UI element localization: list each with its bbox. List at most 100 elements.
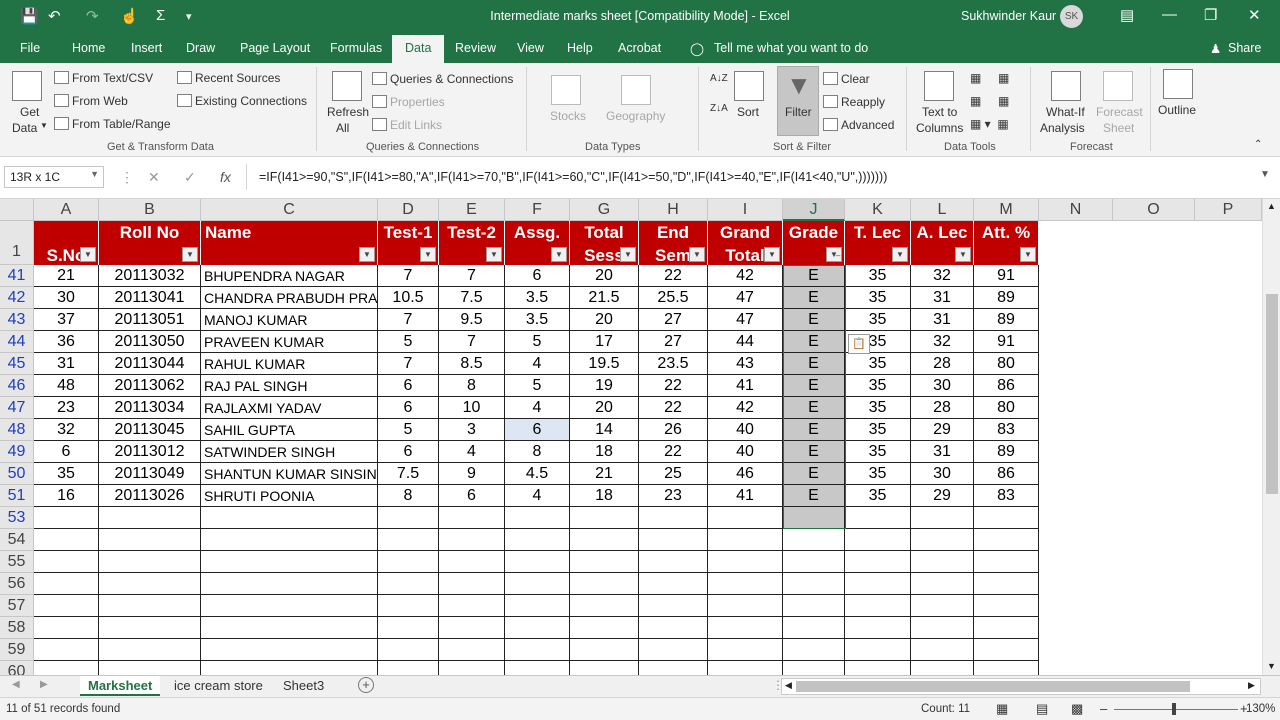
table-cell[interactable]: 22 xyxy=(639,265,708,287)
empty-cell[interactable] xyxy=(201,661,378,675)
empty-cell[interactable] xyxy=(911,573,974,595)
empty-cell[interactable] xyxy=(639,551,708,573)
enter-icon[interactable]: ✓ xyxy=(184,169,196,186)
table-cell[interactable]: 20 xyxy=(570,265,639,287)
what-if-button-2[interactable]: Analysis xyxy=(1040,121,1085,135)
empty-cell[interactable] xyxy=(439,507,505,529)
name-box[interactable]: 13R x 1C ▼ xyxy=(4,166,104,188)
filter-dropdown-icon[interactable]: ▼ xyxy=(80,247,96,262)
table-cell[interactable]: 18 xyxy=(570,441,639,463)
zoom-out-icon[interactable]: – xyxy=(1100,701,1107,716)
table-cell[interactable]: 30 xyxy=(911,375,974,397)
zoom-slider[interactable] xyxy=(1114,709,1238,710)
zoom-level[interactable]: 130% xyxy=(1246,703,1275,715)
empty-cell[interactable] xyxy=(845,661,911,675)
empty-cell[interactable] xyxy=(708,551,783,573)
empty-cell[interactable] xyxy=(439,617,505,639)
table-cell[interactable]: 83 xyxy=(974,485,1039,507)
table-cell[interactable]: 19 xyxy=(570,375,639,397)
table-cell[interactable]: 91 xyxy=(974,265,1039,287)
empty-cell[interactable] xyxy=(505,617,570,639)
empty-cell[interactable] xyxy=(639,573,708,595)
table-cell[interactable]: 27 xyxy=(639,309,708,331)
table-cell[interactable]: 35 xyxy=(845,397,911,419)
refresh-all-button[interactable]: Refresh xyxy=(327,105,369,119)
empty-cell[interactable] xyxy=(783,661,845,675)
empty-cell[interactable] xyxy=(570,551,639,573)
table-cell[interactable]: 7 xyxy=(378,353,439,375)
empty-cell[interactable] xyxy=(974,661,1039,675)
edit-links-button[interactable]: Edit Links xyxy=(372,118,442,132)
empty-cell[interactable] xyxy=(570,617,639,639)
empty-cell[interactable] xyxy=(34,551,99,573)
empty-cell[interactable] xyxy=(34,573,99,595)
row-header[interactable]: 42 xyxy=(0,287,34,309)
table-cell[interactable]: 35 xyxy=(845,353,911,375)
empty-cell[interactable] xyxy=(201,617,378,639)
tab-formulas[interactable]: Formulas xyxy=(330,41,382,55)
column-header-h[interactable]: H xyxy=(639,199,708,221)
scroll-up-icon[interactable]: ▲ xyxy=(1267,201,1276,211)
empty-cell[interactable] xyxy=(201,507,378,529)
empty-cell[interactable] xyxy=(911,639,974,661)
row-header[interactable]: 55 xyxy=(0,551,34,573)
table-cell[interactable]: 6 xyxy=(34,441,99,463)
empty-cell[interactable] xyxy=(845,573,911,595)
table-cell[interactable]: 31 xyxy=(911,441,974,463)
table-cell[interactable]: 80 xyxy=(974,397,1039,419)
tab-view[interactable]: View xyxy=(517,41,544,55)
empty-cell[interactable] xyxy=(99,617,201,639)
insert-function-icon[interactable]: fx xyxy=(220,169,231,185)
empty-cell[interactable] xyxy=(439,639,505,661)
outline-button[interactable]: Outline xyxy=(1158,103,1196,117)
table-cell[interactable]: PRAVEEN KUMAR xyxy=(201,331,378,353)
table-cell[interactable]: E xyxy=(783,353,845,375)
empty-cell[interactable] xyxy=(505,661,570,675)
filter-dropdown-icon[interactable]: ▼ xyxy=(486,247,502,262)
existing-connections[interactable]: Existing Connections xyxy=(177,94,307,108)
empty-cell[interactable] xyxy=(34,507,99,529)
empty-cell[interactable] xyxy=(911,507,974,529)
table-cell[interactable]: 41 xyxy=(708,375,783,397)
table-header-cell[interactable]: Assg. ▼ xyxy=(505,221,570,265)
empty-cell[interactable] xyxy=(974,617,1039,639)
scroll-thumb[interactable] xyxy=(1266,294,1278,494)
empty-cell[interactable] xyxy=(570,661,639,675)
tab-acrobat[interactable]: Acrobat xyxy=(618,41,661,55)
table-cell[interactable]: 20113026 xyxy=(99,485,201,507)
empty-cell[interactable] xyxy=(911,595,974,617)
table-cell[interactable]: 89 xyxy=(974,441,1039,463)
table-cell[interactable]: RAJLAXMI YADAV xyxy=(201,397,378,419)
scroll-down-icon[interactable]: ▼ xyxy=(1267,661,1276,671)
filter-dropdown-icon[interactable]: ▼ xyxy=(1020,247,1036,262)
empty-cell[interactable] xyxy=(783,595,845,617)
empty-cell[interactable] xyxy=(201,529,378,551)
sheet-tab-ice-cream-store[interactable]: ice cream store xyxy=(166,676,271,696)
empty-cell[interactable] xyxy=(708,573,783,595)
queries-connections[interactable]: Queries & Connections xyxy=(372,72,513,86)
empty-cell[interactable] xyxy=(783,529,845,551)
row-header[interactable]: 48 xyxy=(0,419,34,441)
table-cell[interactable]: 6 xyxy=(378,441,439,463)
table-cell[interactable]: 30 xyxy=(34,287,99,309)
empty-cell[interactable] xyxy=(99,661,201,675)
table-cell[interactable]: RAJ PAL SINGH xyxy=(201,375,378,397)
filter-dropdown-icon[interactable]: ▼ xyxy=(620,247,636,262)
empty-cell[interactable] xyxy=(378,661,439,675)
empty-cell[interactable] xyxy=(974,551,1039,573)
table-cell[interactable]: 20113050 xyxy=(99,331,201,353)
filter-dropdown-icon[interactable]: ▼ xyxy=(551,247,567,262)
empty-cell[interactable] xyxy=(505,573,570,595)
row-header[interactable]: 1 xyxy=(0,221,34,265)
tab-home[interactable]: Home xyxy=(72,41,105,55)
formula-input[interactable]: =IF(I41>=90,"S",IF(I41>=80,"A",IF(I41>=7… xyxy=(259,170,887,184)
table-cell[interactable]: 16 xyxy=(34,485,99,507)
empty-cell[interactable] xyxy=(378,529,439,551)
empty-cell[interactable] xyxy=(708,529,783,551)
scroll-right-icon[interactable]: ▶ xyxy=(1248,680,1255,691)
table-cell[interactable]: 20113012 xyxy=(99,441,201,463)
table-cell[interactable]: 4 xyxy=(505,353,570,375)
empty-cell[interactable] xyxy=(570,639,639,661)
table-cell[interactable]: 35 xyxy=(845,287,911,309)
empty-cell[interactable] xyxy=(201,595,378,617)
